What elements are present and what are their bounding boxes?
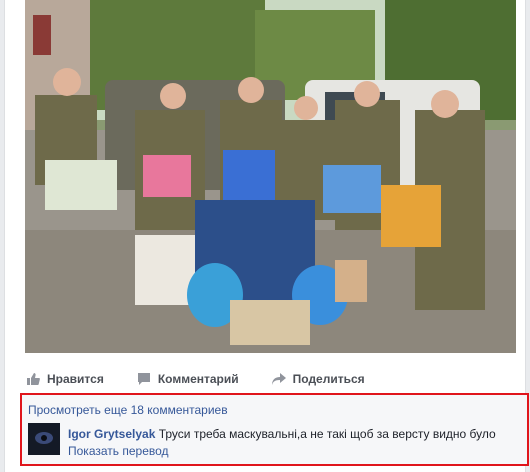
- comment-icon: [136, 371, 152, 387]
- avatar[interactable]: [28, 423, 60, 455]
- comment-body: Igor Grytselyak Труси треба маскувальні,…: [68, 427, 519, 458]
- show-translation-link[interactable]: Показать перевод: [68, 444, 519, 458]
- comment-author[interactable]: Igor Grytselyak: [68, 427, 155, 441]
- comment-text: Труси треба маскувальні,а не такі щоб за…: [158, 427, 496, 441]
- like-icon: [25, 371, 41, 387]
- photo-image: [25, 0, 516, 353]
- share-label: Поделиться: [292, 372, 365, 386]
- comment-label: Комментарий: [157, 372, 239, 386]
- share-button[interactable]: Поделиться: [271, 371, 365, 387]
- post-photo[interactable]: [25, 0, 516, 353]
- view-more-comments-link[interactable]: Просмотреть еще 18 комментариев: [28, 403, 228, 417]
- share-icon: [271, 371, 287, 387]
- comment-button[interactable]: Комментарий: [136, 371, 239, 387]
- comment-item: Igor Grytselyak Труси треба маскувальні,…: [28, 423, 519, 459]
- like-button[interactable]: Нравится: [25, 371, 104, 387]
- like-label: Нравится: [47, 372, 104, 386]
- comments-section: Просмотреть еще 18 комментариев Igor Gry…: [20, 393, 529, 466]
- feed-post: Нравится Комментарий Поделиться Просмотр…: [4, 0, 529, 472]
- post-actions: Нравится Комментарий Поделиться: [25, 366, 516, 392]
